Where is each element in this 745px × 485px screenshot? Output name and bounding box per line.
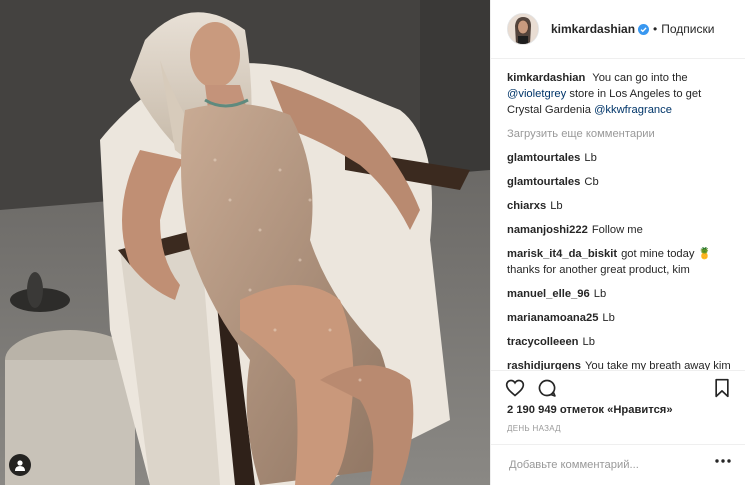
comment-username[interactable]: glamtourtales bbox=[507, 176, 580, 188]
comment-text: Lb bbox=[593, 288, 607, 300]
comment-text: Cb bbox=[584, 176, 599, 188]
following-button[interactable]: Подписки bbox=[661, 22, 714, 36]
comment-row: namanjoshi222 Follow me bbox=[507, 222, 737, 238]
avatar-image bbox=[508, 14, 538, 44]
instagram-post: kimkardashian • Подписки kimkardashian Y… bbox=[0, 0, 745, 485]
comment-row: marisk_it4_da_biskit got mine today 🍍 tha… bbox=[507, 246, 737, 278]
post-date: день назад bbox=[507, 424, 561, 433]
comment-text: Follow me bbox=[591, 224, 643, 236]
bookmark-icon[interactable] bbox=[713, 378, 731, 398]
comment-username[interactable]: marisk_it4_da_biskit bbox=[507, 248, 617, 260]
comment-username[interactable]: tracycolleeen bbox=[507, 336, 579, 348]
caption-username[interactable]: kimkardashian bbox=[507, 72, 585, 84]
comment-row: manuel_elle_96 Lb bbox=[507, 286, 737, 302]
action-bar bbox=[491, 370, 745, 405]
comments-list[interactable]: kimkardashian You can go into the @viole… bbox=[507, 70, 737, 370]
comment-row: marianamoana25 Lb bbox=[507, 310, 737, 326]
verified-badge-icon bbox=[638, 23, 650, 35]
more-dots-icon[interactable] bbox=[715, 459, 731, 463]
comment-row: glamtourtales Cb bbox=[507, 174, 737, 190]
caption-text: You can go into the bbox=[592, 72, 688, 84]
caption: kimkardashian You can go into the @viole… bbox=[507, 70, 737, 118]
comment-text: Lb bbox=[582, 336, 595, 348]
header-separator: • bbox=[653, 22, 658, 36]
caption-mention-kkwfragrance[interactable]: @kkwfragrance bbox=[594, 104, 672, 116]
comment-text: Lb bbox=[602, 312, 615, 324]
post-photo[interactable] bbox=[0, 0, 490, 485]
comment-username[interactable]: namanjoshi222 bbox=[507, 224, 588, 236]
comment-row: chiarxs Lb bbox=[507, 198, 737, 214]
caption-mention-violetgrey[interactable]: @violetgrey bbox=[507, 88, 566, 100]
comment-username[interactable]: glamtourtales bbox=[507, 152, 580, 164]
post-image bbox=[0, 0, 490, 485]
load-more-comments-button[interactable]: Загрузить еще комментарии bbox=[507, 126, 737, 142]
heart-icon[interactable] bbox=[505, 378, 525, 398]
comment-row: glamtourtales Lb bbox=[507, 150, 737, 166]
header-username[interactable]: kimkardashian bbox=[551, 22, 635, 36]
user-tag-button[interactable] bbox=[9, 454, 31, 476]
comment-row: tracycolleeen Lb bbox=[507, 334, 737, 350]
comment-text: Lb bbox=[550, 200, 563, 212]
comment-username[interactable]: rashidjurgens bbox=[507, 360, 581, 370]
post-side-panel: kimkardashian • Подписки kimkardashian Y… bbox=[490, 0, 745, 485]
comment-icon[interactable] bbox=[537, 378, 557, 398]
comment-username[interactable]: manuel_elle_96 bbox=[507, 288, 590, 300]
user-tag-icon bbox=[15, 460, 25, 471]
comment-text: Lb bbox=[584, 152, 597, 164]
comment-items: glamtourtales Lb glamtourtales Cb chiarxs Lb n… bbox=[507, 150, 737, 370]
comment-username[interactable]: chiarxs bbox=[507, 200, 546, 212]
post-header: kimkardashian • Подписки bbox=[491, 0, 745, 59]
add-comment-bar bbox=[491, 444, 745, 485]
avatar[interactable] bbox=[507, 13, 539, 45]
likes-count[interactable]: 2 190 949 отметок «Нравится» bbox=[507, 404, 673, 416]
comment-username[interactable]: marianamoana25 bbox=[507, 312, 598, 324]
add-comment-input[interactable] bbox=[507, 458, 711, 472]
comment-row: rashidjurgens You take my breath away kim… bbox=[507, 358, 737, 370]
